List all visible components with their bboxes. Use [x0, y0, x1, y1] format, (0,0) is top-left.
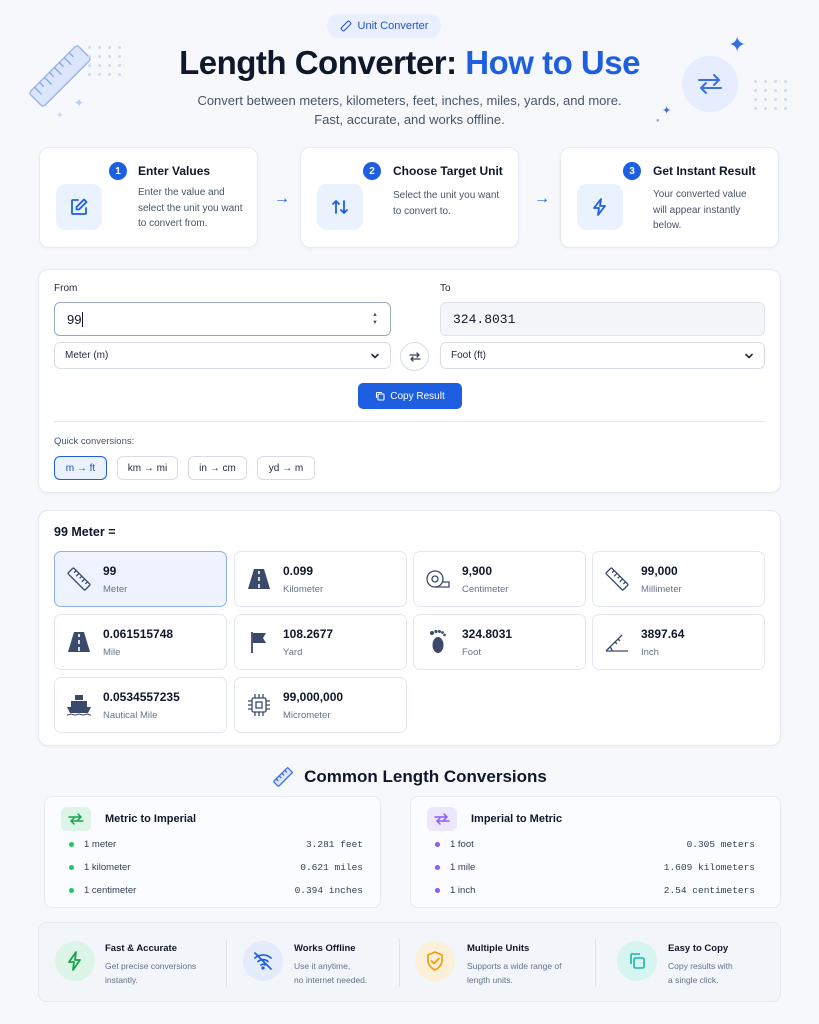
- conversion-row: 1 mile 1.609 kilometers: [435, 862, 755, 873]
- from-value-input[interactable]: 99 ▲ ▼: [54, 302, 391, 336]
- divider: [595, 939, 596, 987]
- step-title: Get Instant Result: [653, 164, 756, 178]
- wifi-off-icon: [243, 941, 283, 981]
- quick-chip-yd-m[interactable]: yd → m: [257, 456, 315, 480]
- to-label: To: [440, 283, 451, 294]
- conversion-row: 1 inch 2.54 centimeters: [435, 885, 755, 896]
- app-badge: Unit Converter: [327, 14, 441, 38]
- step-description: Enter the value and select the unit you …: [138, 187, 243, 229]
- step-number: 2: [363, 162, 381, 180]
- conversion-row: 1 foot 0.305 meters: [435, 839, 755, 850]
- imperial-to-metric-box: Imperial to Metric 1 foot 0.305 meters 1 …: [410, 796, 781, 908]
- chevron-down-icon: [745, 353, 753, 359]
- quick-chip-in-cm[interactable]: in → cm: [188, 456, 247, 480]
- edit-icon: [56, 184, 102, 230]
- feature-title: Fast & Accurate: [105, 943, 177, 954]
- result-card-centimeter[interactable]: 9,900 Centimeter: [413, 551, 586, 607]
- divider: [226, 939, 227, 987]
- feature-description: Copy results with a single click.: [668, 961, 733, 985]
- stepper-down-icon: ▼: [372, 320, 378, 326]
- number-stepper[interactable]: ▲ ▼: [372, 311, 378, 327]
- metric-to-imperial-box: Metric to Imperial 1 meter 3.281 feet 1 k…: [44, 796, 381, 908]
- result-card-kilometer[interactable]: 0.099 Kilometer: [234, 551, 407, 607]
- result-card-foot[interactable]: 324.8031 Foot: [413, 614, 586, 670]
- step-card-1: 1 Enter Values Enter the value and selec…: [39, 147, 258, 248]
- conversion-row: 1 centimeter 0.394 inches: [69, 885, 363, 896]
- step-description: Select the unit you want to convert to.: [393, 190, 500, 217]
- feature-description: Supports a wide range of length units.: [467, 961, 562, 985]
- step-card-2: 2 Choose Target Unit Select the unit you…: [300, 147, 519, 248]
- divider: [54, 421, 765, 422]
- copy-icon: [617, 941, 657, 981]
- from-label: From: [54, 283, 78, 294]
- step-title: Enter Values: [138, 164, 211, 178]
- lightning-icon: [55, 941, 95, 981]
- to-unit-select[interactable]: Foot (ft): [440, 342, 765, 369]
- chip-icon: [245, 691, 273, 719]
- sparkle-icon: ✦: [662, 105, 672, 117]
- conversion-row: 1 meter 3.281 feet: [69, 839, 363, 850]
- feature-title: Easy to Copy: [668, 943, 729, 954]
- from-unit-select[interactable]: Meter (m): [54, 342, 391, 369]
- copy-icon: [376, 391, 385, 401]
- swap-vertical-icon: [317, 184, 363, 230]
- ruler-icon: [603, 565, 631, 593]
- features-bar: Fast & Accurate Get precise conversions i…: [38, 922, 781, 1002]
- dot-decoration: ●: [656, 118, 660, 124]
- dots-decoration: [754, 80, 788, 110]
- lightning-icon: [577, 184, 623, 230]
- result-card-inch[interactable]: 3897.64 Inch: [592, 614, 765, 670]
- ruler-icon: [65, 565, 93, 593]
- flag-icon: [245, 628, 273, 656]
- step-card-3: 3 Get Instant Result Your converted valu…: [560, 147, 779, 248]
- quick-chip-km-mi[interactable]: km → mi: [117, 456, 178, 480]
- ruler-icon: [340, 20, 351, 32]
- result-card-mile[interactable]: 0.061515748 Mile: [54, 614, 227, 670]
- footprint-icon: [424, 628, 452, 656]
- road-icon: [245, 565, 273, 593]
- ship-icon: [65, 691, 93, 719]
- results-heading: 99 Meter =: [54, 525, 116, 539]
- arrow-right-icon: →: [534, 190, 550, 207]
- step-number: 1: [109, 162, 127, 180]
- shield-icon: [415, 941, 455, 981]
- quick-chip-m-ft[interactable]: m → ft: [54, 456, 107, 480]
- result-card-millimeter[interactable]: 99,000 Millimeter: [592, 551, 765, 607]
- step-number: 3: [623, 162, 641, 180]
- sparkle-icon: ✦: [728, 32, 747, 57]
- arrow-right-icon: →: [274, 190, 290, 207]
- result-card-nautical-mile[interactable]: 0.0534557235 Nautical Mile: [54, 677, 227, 733]
- metric-box-title: Metric to Imperial: [105, 813, 197, 825]
- divider: [399, 939, 400, 987]
- imperial-box-title: Imperial to Metric: [471, 813, 563, 825]
- feature-title: Multiple Units: [467, 943, 530, 954]
- chevron-down-icon: [371, 353, 379, 359]
- feature-description: Get precise conversions instantly.: [105, 961, 197, 985]
- angle-ruler-icon: [603, 628, 631, 656]
- result-card-meter[interactable]: 99 Meter: [54, 551, 227, 607]
- conversion-row: 1 kilometer 0.621 miles: [69, 862, 363, 873]
- quick-conversions-label: Quick conversions:: [54, 436, 135, 447]
- result-card-micrometer[interactable]: 99,000,000 Micrometer: [234, 677, 407, 733]
- swap-units-button[interactable]: [400, 342, 429, 371]
- ruler-icon: [273, 767, 293, 787]
- copy-result-button[interactable]: Copy Result: [358, 383, 462, 409]
- to-value-output: 324.8031: [440, 302, 765, 336]
- common-conversions-title: Common Length Conversions: [0, 766, 819, 788]
- feature-title: Works Offline: [294, 943, 356, 954]
- swap-icon: [427, 807, 457, 831]
- result-card-yard[interactable]: 108.2677 Yard: [234, 614, 407, 670]
- step-description: Your converted value will appear instant…: [653, 189, 747, 231]
- feature-description: Use it anytime, no internet needed.: [294, 961, 368, 985]
- swap-icon: [61, 807, 91, 831]
- road-icon: [65, 628, 93, 656]
- swap-icon: [408, 351, 421, 362]
- tape-measure-icon: [424, 565, 452, 593]
- swap-decoration-icon: [682, 56, 738, 112]
- stepper-up-icon: ▲: [372, 312, 378, 318]
- step-title: Choose Target Unit: [393, 164, 503, 178]
